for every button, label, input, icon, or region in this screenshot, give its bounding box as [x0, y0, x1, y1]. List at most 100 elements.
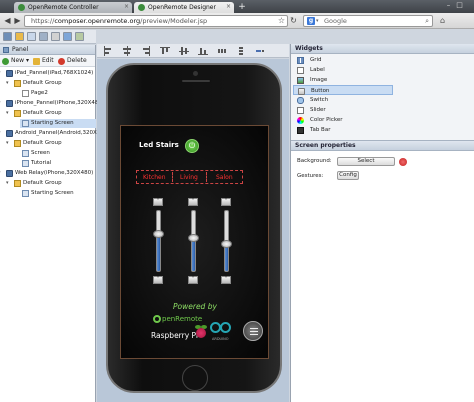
slider-kitchen[interactable]: ˄ ˅: [153, 198, 164, 284]
chevron-down-icon[interactable]: ▾: [316, 16, 319, 27]
collapse-icon[interactable]: ▾: [6, 139, 9, 148]
config-gestures-button[interactable]: Config: [337, 171, 359, 180]
folder-icon: [14, 80, 21, 87]
tree-item-screen[interactable]: Screen: [20, 149, 50, 158]
collapse-icon[interactable]: ▾: [0, 69, 1, 78]
collapse-icon[interactable]: ▾: [6, 79, 9, 88]
tree-item-device[interactable]: ▾ iPad_Pannel(iPad,768X1024): [0, 69, 93, 78]
minimize-icon[interactable]: –: [444, 1, 453, 10]
tree-item-screen[interactable]: Page2: [20, 89, 48, 98]
tree-item-screen-selected[interactable]: Starting Screen: [20, 119, 96, 128]
collapse-icon[interactable]: ▾: [0, 129, 1, 138]
building-icon[interactable]: [15, 32, 24, 41]
search-field[interactable]: g ▾ Google ⌕: [303, 15, 433, 27]
slider-handle[interactable]: [188, 233, 199, 242]
size-menu-icon[interactable]: [255, 46, 265, 56]
collapse-icon[interactable]: ▾: [6, 179, 9, 188]
edit-button[interactable]: Edit: [33, 57, 54, 65]
chevron-down-icon[interactable]: ˅: [221, 276, 231, 284]
bookmark-star-icon[interactable]: ☆: [276, 16, 287, 26]
phone-screen[interactable]: Led Stairs ⏻ Kitchen Living Salon ˄ ˅ ˄ …: [120, 125, 269, 359]
device-icon[interactable]: [3, 32, 12, 41]
screen-properties-panel: Screen properties Background: Select Ges…: [291, 140, 474, 402]
align-center-icon[interactable]: [122, 46, 132, 56]
chevron-down-icon[interactable]: ˅: [153, 276, 163, 284]
align-bottom-icon[interactable]: [198, 46, 208, 56]
tree-item-device[interactable]: ▾ Web Relay(iPhone,320X480): [0, 169, 93, 178]
tree-item-group[interactable]: ▾ Default Group: [6, 109, 62, 118]
widget-color-picker[interactable]: Color Picker: [293, 115, 393, 125]
tree-item-screen[interactable]: Starting Screen: [20, 189, 74, 198]
tree-label: Default Group: [23, 180, 62, 186]
new-button[interactable]: New ▾: [2, 57, 29, 65]
forward-icon[interactable]: ▶: [12, 16, 23, 26]
tree-label: Default Group: [23, 80, 62, 86]
slider-living[interactable]: ˄ ˅: [188, 198, 199, 284]
widget-grid[interactable]: Grid: [293, 55, 393, 65]
align-top-icon[interactable]: [160, 46, 170, 56]
widget-button[interactable]: Button: [293, 85, 393, 95]
widget-label[interactable]: Label: [293, 65, 393, 75]
align-right-icon[interactable]: [141, 46, 151, 56]
panel-icon[interactable]: [39, 32, 48, 41]
home-icon[interactable]: ⌂: [440, 16, 450, 26]
app-toolbar: [0, 30, 96, 44]
tree-item-device[interactable]: ▾ Android_Pannel(Android,320X480): [0, 129, 110, 138]
distribute-vertical-icon[interactable]: [236, 46, 246, 56]
menu-icon[interactable]: [243, 321, 263, 341]
clear-background-icon[interactable]: [399, 158, 407, 166]
delete-button[interactable]: Delete: [58, 57, 87, 65]
slider-handle[interactable]: [153, 229, 164, 238]
widget-switch[interactable]: Switch: [293, 95, 393, 105]
power-toggle-button[interactable]: ⏻: [185, 139, 199, 153]
folder-icon: [14, 140, 21, 147]
search-icon[interactable]: ⌕: [425, 16, 429, 27]
chevron-up-icon[interactable]: ˄: [188, 198, 198, 206]
export-icon[interactable]: [75, 32, 84, 41]
screen-icon: [22, 160, 29, 167]
room-label-group[interactable]: Kitchen Living Salon: [136, 170, 243, 184]
url-host: composer.openremote.org: [54, 17, 141, 25]
chevron-up-icon[interactable]: ˄: [153, 198, 163, 206]
widget-label: Tab Bar: [310, 127, 331, 133]
reload-icon[interactable]: ↻: [288, 16, 299, 26]
widget-tab-bar[interactable]: Tab Bar: [293, 125, 393, 135]
select-background-button[interactable]: Select: [337, 157, 395, 166]
tab-openremote-designer[interactable]: OpenRemote Designer ×: [134, 2, 234, 13]
new-tab-button[interactable]: +: [236, 2, 248, 13]
device-icon: [6, 170, 13, 177]
collapse-icon[interactable]: ▾: [6, 109, 9, 118]
collapse-icon[interactable]: ▾: [0, 169, 1, 178]
maximize-icon[interactable]: □: [455, 1, 464, 10]
tree-item-group[interactable]: ▾ Default Group: [6, 179, 62, 188]
screen-icon[interactable]: [27, 32, 36, 41]
tree-item-group[interactable]: ▾ Default Group: [6, 139, 62, 148]
slider-salon[interactable]: ˄ ˅: [221, 198, 232, 284]
tree-item-group[interactable]: ▾ Default Group: [6, 79, 62, 88]
tree-item-screen[interactable]: Tutorial: [20, 159, 51, 168]
distribute-horizontal-icon[interactable]: [217, 46, 227, 56]
camera-icon: [193, 71, 198, 76]
close-tab-icon[interactable]: ×: [124, 3, 129, 10]
tree-item-device[interactable]: ▾ iPhone_Pannel(iPhone,320X480): [0, 99, 104, 108]
tab-openremote-controller[interactable]: OpenRemote Controller ×: [14, 2, 132, 13]
settings-icon[interactable]: [51, 32, 60, 41]
close-tab-icon[interactable]: ×: [226, 3, 231, 10]
align-left-icon[interactable]: [103, 46, 113, 56]
folder-icon: [14, 110, 21, 117]
widget-image[interactable]: Image: [293, 75, 393, 85]
chevron-up-icon[interactable]: ˄: [221, 198, 231, 206]
slider-track[interactable]: [156, 210, 161, 272]
chevron-down-icon[interactable]: ˅: [188, 276, 198, 284]
collapse-icon[interactable]: ▾: [0, 99, 1, 108]
align-middle-icon[interactable]: [179, 46, 189, 56]
save-icon[interactable]: [63, 32, 72, 41]
slider-handle[interactable]: [221, 240, 232, 249]
panel-toolbar: New ▾ Edit Delete: [0, 55, 95, 67]
panel-icon: [3, 47, 9, 53]
url-field[interactable]: https://composer.openremote.org/preview/…: [24, 15, 288, 27]
widget-label: Color Picker: [310, 117, 343, 123]
widget-slider[interactable]: Slider: [293, 105, 393, 115]
tree-label: Android_Pannel(Android,320X480): [15, 130, 110, 136]
home-button[interactable]: [182, 365, 208, 391]
